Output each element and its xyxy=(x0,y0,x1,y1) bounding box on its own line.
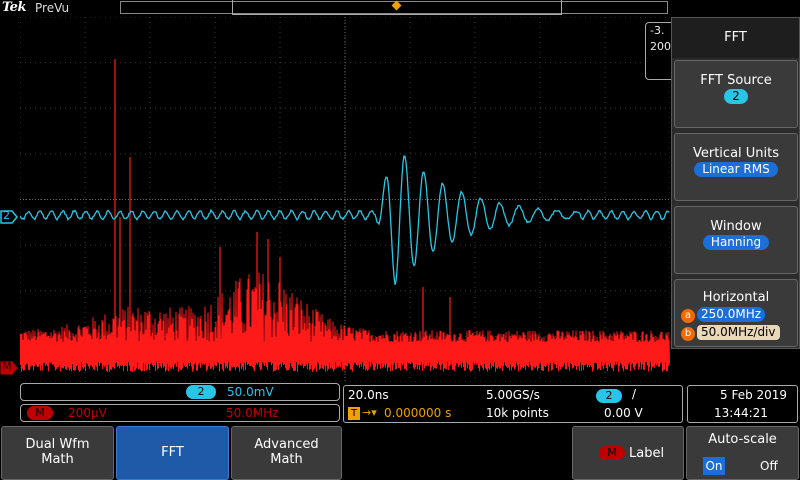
label-button[interactable]: M Label xyxy=(572,426,684,480)
fft-side-menu: FFT FFT Source 2 Vertical Units Linear R… xyxy=(671,17,800,349)
horizontal-center-value: 250.0MHz xyxy=(697,307,766,322)
knob-a-icon: a xyxy=(681,309,695,323)
math-span: 50.0MHz xyxy=(226,406,279,420)
autoscale-button[interactable]: Auto-scale On Off xyxy=(686,426,799,480)
record-view-window[interactable] xyxy=(232,0,562,15)
empty-softkey xyxy=(344,426,570,480)
fft-button-label: FFT xyxy=(161,445,184,460)
channel-2-trace xyxy=(20,155,670,285)
math-scale: 200μV xyxy=(68,406,107,420)
fft-button[interactable]: FFT xyxy=(116,426,229,480)
window-label: Window xyxy=(710,219,762,234)
acquisition-mode: PreVu xyxy=(35,1,70,15)
date-time-readout: 5 Feb 2019 13:44:21 xyxy=(687,385,798,423)
window-value: Hanning xyxy=(702,235,770,250)
vertical-units-value: Linear RMS xyxy=(694,162,778,177)
advanced-math-line1: Advanced xyxy=(254,437,319,452)
window-button[interactable]: Window Hanning xyxy=(674,206,798,274)
trigger-marker-icon: T xyxy=(348,407,360,420)
date: 5 Feb 2019 xyxy=(720,388,788,402)
channel-2-chip: 2 xyxy=(186,385,216,399)
trigger-source-chip: 2 xyxy=(596,389,622,403)
trigger-slope-icon: / xyxy=(632,387,637,401)
side-menu-title: FFT xyxy=(672,18,799,58)
math-ground-marker[interactable]: M xyxy=(0,360,18,375)
trigger-arrow-icon: →▾ xyxy=(362,406,377,419)
vertical-units-button[interactable]: Vertical Units Linear RMS xyxy=(674,133,798,201)
horizontal-button[interactable]: Horizontal a 250.0MHz b 50.0MHz/div xyxy=(674,279,798,347)
label-button-text: Label xyxy=(629,446,665,461)
horizontal-label: Horizontal xyxy=(702,290,770,305)
channel-2-readout[interactable]: 2 50.0mV xyxy=(20,383,340,401)
time: 13:44:21 xyxy=(714,406,768,420)
record-length: 10k points xyxy=(486,406,549,420)
math-marker-label: M xyxy=(2,360,12,373)
channel-2-scale: 50.0mV xyxy=(227,385,274,399)
autoscale-off-option[interactable]: Off xyxy=(760,459,778,473)
math-chip: M xyxy=(27,406,53,420)
fft-source-button[interactable]: FFT Source 2 xyxy=(674,60,798,128)
dual-wfm-math-line2: Math xyxy=(41,452,74,467)
channel-2-marker-label: 2 xyxy=(3,209,10,222)
fft-source-value: 2 xyxy=(724,89,748,104)
brand-logo: Tek xyxy=(2,0,26,15)
channel-2-ground-marker[interactable]: 2 xyxy=(0,209,18,224)
autoscale-on-option[interactable]: On xyxy=(703,457,725,475)
sample-rate: 5.00GS/s xyxy=(486,388,540,402)
math-readout[interactable]: M 200μV 50.0MHz xyxy=(20,404,340,422)
waveform-display[interactable] xyxy=(20,17,670,382)
advanced-math-line2: Math xyxy=(270,452,303,467)
horizontal-scale-value: 50.0MHz/div xyxy=(697,325,780,340)
dual-wfm-math-line1: Dual Wfm xyxy=(25,437,90,452)
advanced-math-button[interactable]: Advanced Math xyxy=(231,426,342,480)
label-math-chip: M xyxy=(599,446,625,460)
vertical-units-label: Vertical Units xyxy=(692,146,780,161)
timebase: 20.0ns xyxy=(348,388,389,402)
acquisition-readout[interactable]: 20.0ns 5.00GS/s 2 / T →▾ 0.000000 s 10k … xyxy=(343,385,683,423)
knob-b-icon: b xyxy=(681,327,695,341)
trigger-position: 0.000000 s xyxy=(384,406,452,420)
trigger-level: 0.00 V xyxy=(604,406,643,420)
fft-source-label: FFT Source xyxy=(700,73,772,88)
dual-wfm-math-button[interactable]: Dual Wfm Math xyxy=(1,426,114,480)
autoscale-title: Auto-scale xyxy=(708,432,777,447)
trigger-position-marker xyxy=(391,0,402,11)
status-bar: Tek PreVu xyxy=(0,0,800,16)
